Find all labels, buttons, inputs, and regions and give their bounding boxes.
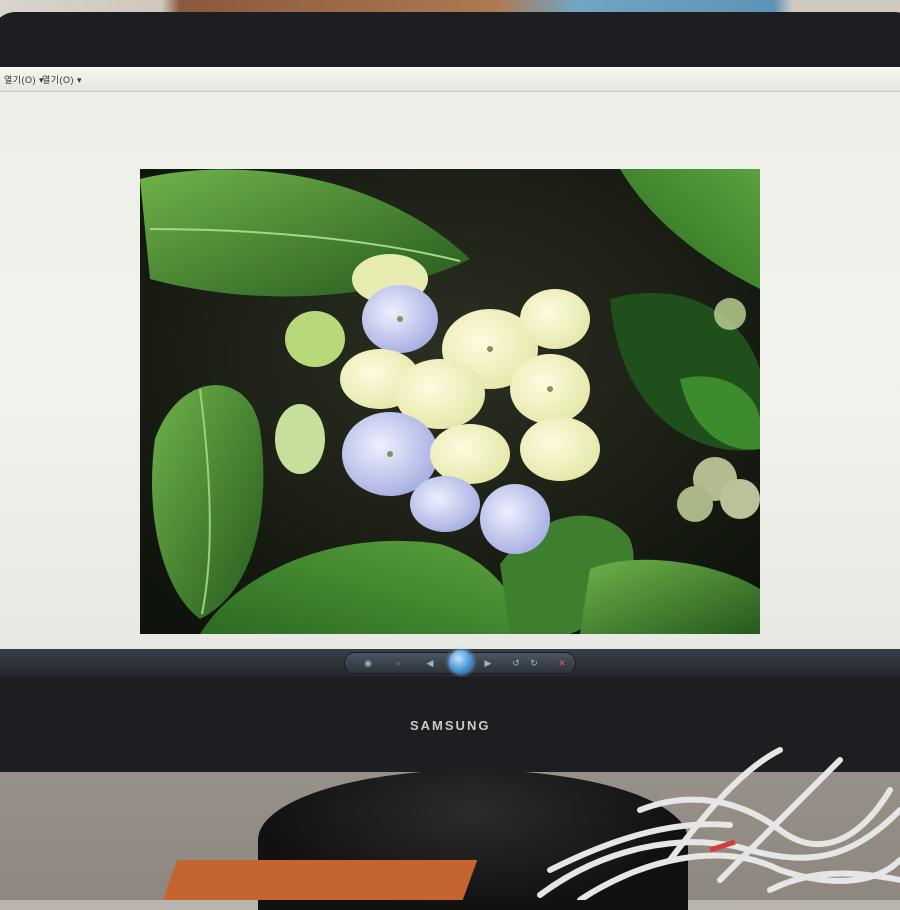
white-cables <box>537 747 900 900</box>
hydrangea-photo <box>140 169 760 634</box>
screen: 열기(O) ▾ 열기(O) ▾ ◉ ▫ ◀ ▶ ↺ ↻ ✕ <box>0 67 900 677</box>
next-icon[interactable]: ▶ <box>483 658 493 668</box>
desk-edge <box>162 860 478 900</box>
menu-open-right[interactable]: 열기(O) ▾ <box>42 73 82 86</box>
rotate-right-icon[interactable]: ↻ <box>529 658 539 668</box>
zoom-icon[interactable]: ◉ <box>363 658 373 668</box>
monitor: 열기(O) ▾ 열기(O) ▾ ◉ ▫ ◀ ▶ ↺ ↻ ✕ SAMSUNG <box>0 12 900 772</box>
hydrangea-image <box>140 169 760 634</box>
viewer-control-bar: ◉ ▫ ◀ ▶ ↺ ↻ ✕ <box>0 649 900 677</box>
delete-icon[interactable]: ✕ <box>557 658 567 668</box>
monitor-brand-logo: SAMSUNG <box>410 718 491 733</box>
menu-open-left[interactable]: 열기(O) ▾ <box>4 73 44 86</box>
rotate-left-icon[interactable]: ↺ <box>511 658 521 668</box>
previous-icon[interactable]: ◀ <box>425 658 435 668</box>
slideshow-play-button[interactable] <box>449 650 473 674</box>
image-viewer <box>0 91 900 651</box>
menu-bar: 열기(O) ▾ 열기(O) ▾ <box>0 67 900 92</box>
playback-controls: ◉ ▫ ◀ ▶ ↺ ↻ ✕ <box>345 650 575 674</box>
fit-icon[interactable]: ▫ <box>393 658 403 668</box>
